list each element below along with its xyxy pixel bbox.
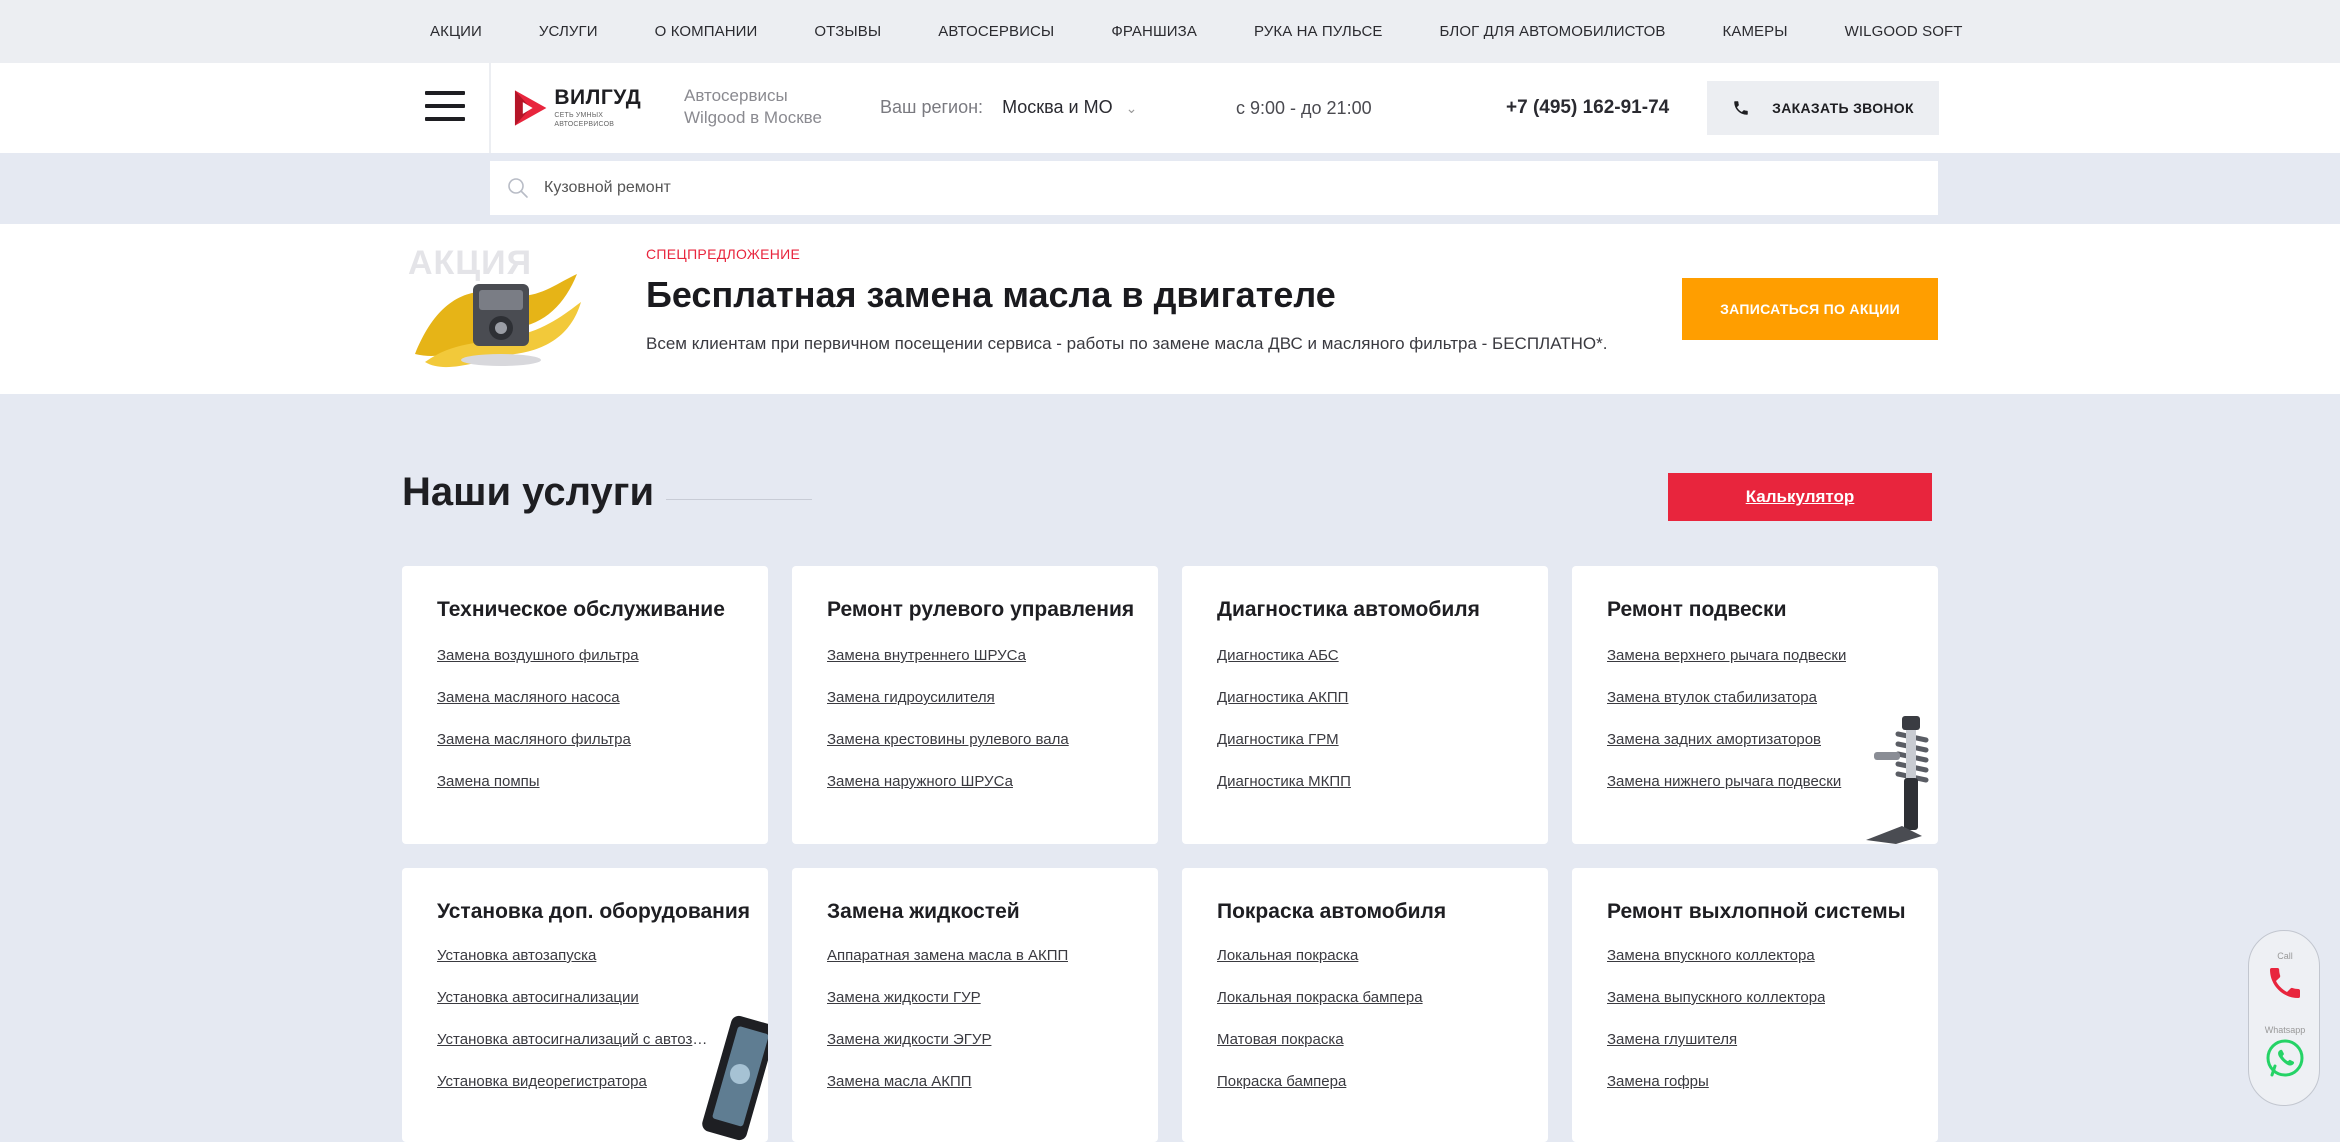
service-card-title: Техническое обслуживание [437,598,725,621]
service-link[interactable]: Установка автосигнализации [437,989,709,1031]
service-link[interactable]: Замена впускного коллектора [1607,947,1825,989]
service-card-title: Установка доп. оборудования [437,900,750,923]
service-card-diagnostics: Диагностика автомобиля Диагностика АБС Д… [1182,566,1548,844]
service-link[interactable]: Замена задних амортизаторов [1607,731,1846,773]
service-link[interactable]: Локальная покраска [1217,947,1423,989]
nav-item-autoservices[interactable]: АВТОСЕРВИСЫ [938,23,1054,40]
whatsapp-icon[interactable] [2264,1037,2306,1079]
top-navigation: АКЦИИ УСЛУГИ О КОМПАНИИ ОТЗЫВЫ АВТОСЕРВИ… [0,0,2340,63]
order-callback-button[interactable]: ЗАКАЗАТЬ ЗВОНОК [1707,81,1939,135]
service-link[interactable]: Замена гидроусилителя [827,689,1069,731]
engine-oil-illustration [415,274,581,368]
phone-number[interactable]: +7 (495) 162-91-74 [1506,97,1669,119]
title-divider [666,499,812,500]
service-link[interactable]: Замена масляного насоса [437,689,639,731]
calculator-button[interactable]: Калькулятор [1668,473,1932,521]
service-link[interactable]: Замена жидкости ГУР [827,989,1068,1031]
nav-item-blog[interactable]: БЛОГ ДЛЯ АВТОМОБИЛИСТОВ [1439,23,1665,40]
working-hours: с 9:00 - до 21:00 [1236,98,1372,118]
callback-label: ЗАКАЗАТЬ ЗВОНОК [1772,100,1914,116]
chevron-down-icon[interactable]: ⌄ [1126,100,1138,116]
service-card-suspension: Ремонт подвески Замена верхнего рычага п… [1572,566,1938,844]
promo-title: Бесплатная замена масла в двигателе [646,274,1336,315]
promo-banner: АКЦИЯ СПЕЦПРЕДЛОЖЕНИЕ Бесплатная замена … [0,224,2340,394]
service-link[interactable]: Установка автозапуска [437,947,709,989]
signup-promo-button[interactable]: ЗАПИСАТЬСЯ ПО АКЦИИ [1682,278,1938,340]
service-link[interactable]: Диагностика МКПП [1217,773,1351,815]
service-link[interactable]: Замена выпускного коллектора [1607,989,1825,1031]
search-input[interactable] [544,179,1904,197]
services-title: Наши услуги [402,470,655,514]
service-link[interactable]: Замена масляного фильтра [437,731,639,773]
nav-item-reviews[interactable]: ОТЗЫВЫ [814,23,881,40]
hamburger-menu-icon[interactable] [425,91,467,125]
service-card-title: Замена жидкостей [827,900,1020,923]
service-link[interactable]: Замена жидкости ЭГУР [827,1031,1068,1073]
service-link[interactable]: Матовая покраска [1217,1031,1423,1073]
service-link[interactable]: Замена втулок стабилизатора [1607,689,1846,731]
region-label: Ваш регион: [880,97,984,117]
nav-item-pulse[interactable]: РУКА НА ПУЛЬСЕ [1254,23,1383,40]
logo[interactable]: ВИЛГУД СЕТЬ УМНЫХ АВТОСЕРВИСОВ [513,85,663,131]
nav-item-franchise[interactable]: ФРАНШИЗА [1111,23,1197,40]
site-header: ВИЛГУД СЕТЬ УМНЫХ АВТОСЕРВИСОВ Автосерви… [0,63,2340,153]
service-link[interactable]: Замена помпы [437,773,639,815]
service-link[interactable]: Замена глушителя [1607,1031,1825,1073]
service-link[interactable]: Диагностика ГРМ [1217,731,1351,773]
service-link[interactable]: Установка видеорегистратора [437,1073,709,1115]
search-bar [490,161,1938,215]
promo-description: Всем клиентам при первичном посещении се… [646,334,1608,353]
service-link[interactable]: Диагностика АКПП [1217,689,1351,731]
service-card-maintenance: Техническое обслуживание Замена воздушно… [402,566,768,844]
service-link[interactable]: Замена наружного ШРУСа [827,773,1069,815]
service-link[interactable]: Диагностика АБС [1217,647,1351,689]
service-card-title: Ремонт подвески [1607,598,1787,621]
header-tagline: Автосервисы Wilgood в Москве [684,85,822,129]
service-card-steering: Ремонт рулевого управления Замена внутре… [792,566,1158,844]
service-card-title: Ремонт выхлопной системы [1607,900,1906,923]
service-link[interactable]: Установка автосигнализаций с автозапуско… [437,1031,709,1073]
nav-item-promotions[interactable]: АКЦИИ [430,23,482,40]
shock-absorber-illustration [1866,716,1929,844]
call-label: Call [2277,951,2293,961]
service-card-fluids: Замена жидкостей Аппаратная замена масла… [792,868,1158,1142]
service-link[interactable]: Замена внутреннего ШРУСа [827,647,1069,689]
region-value[interactable]: Москва и МО [1002,97,1113,117]
service-link[interactable]: Замена нижнего рычага подвески [1607,773,1846,815]
nav-item-about[interactable]: О КОМПАНИИ [655,23,758,40]
header-divider [489,63,491,153]
whatsapp-label: Whatsapp [2264,1025,2306,1035]
promo-tag: СПЕЦПРЕДЛОЖЕНИЕ [646,246,801,262]
service-link[interactable]: Аппаратная замена масла в АКПП [827,947,1068,989]
service-card-painting: Покраска автомобиля Локальная покраска Л… [1182,868,1548,1142]
nav-item-wilgood-soft[interactable]: WILGOOD SOFT [1845,23,1963,40]
logo-subtitle: СЕТЬ УМНЫХ АВТОСЕРВИСОВ [554,112,615,128]
service-link[interactable]: Покраска бампера [1217,1073,1423,1115]
service-card-title: Диагностика автомобиля [1217,598,1480,621]
call-icon[interactable] [2265,963,2305,1003]
service-card-title: Ремонт рулевого управления [827,598,1135,621]
logo-mark-icon [514,90,547,126]
region-selector: Ваш регион: Москва и МО ⌄ [880,97,1137,118]
service-card-exhaust: Ремонт выхлопной системы Замена впускног… [1572,868,1938,1142]
nav-item-services[interactable]: УСЛУГИ [539,23,598,40]
tagline-line-2: Wilgood в Москве [684,108,822,127]
service-link[interactable]: Замена гофры [1607,1073,1825,1115]
search-icon [508,178,528,198]
phone-icon [1734,101,1748,115]
service-link[interactable]: Замена крестовины рулевого вала [827,731,1069,773]
service-link[interactable]: Замена верхнего рычага подвески [1607,647,1846,689]
service-card-extra-equipment: Установка доп. оборудования Установка ав… [402,868,768,1142]
service-link[interactable]: Замена воздушного фильтра [437,647,639,689]
nav-item-cameras[interactable]: КАМЕРЫ [1723,23,1788,40]
service-link[interactable]: Замена масла АКПП [827,1073,1068,1115]
service-card-title: Покраска автомобиля [1217,900,1447,923]
logo-name: ВИЛГУД [554,86,642,109]
tagline-line-1: Автосервисы [684,86,788,105]
navigator-device-illustration [702,1015,768,1141]
service-link[interactable]: Локальная покраска бампера [1217,989,1423,1031]
contact-widget: Call Whatsapp [2248,930,2320,1106]
